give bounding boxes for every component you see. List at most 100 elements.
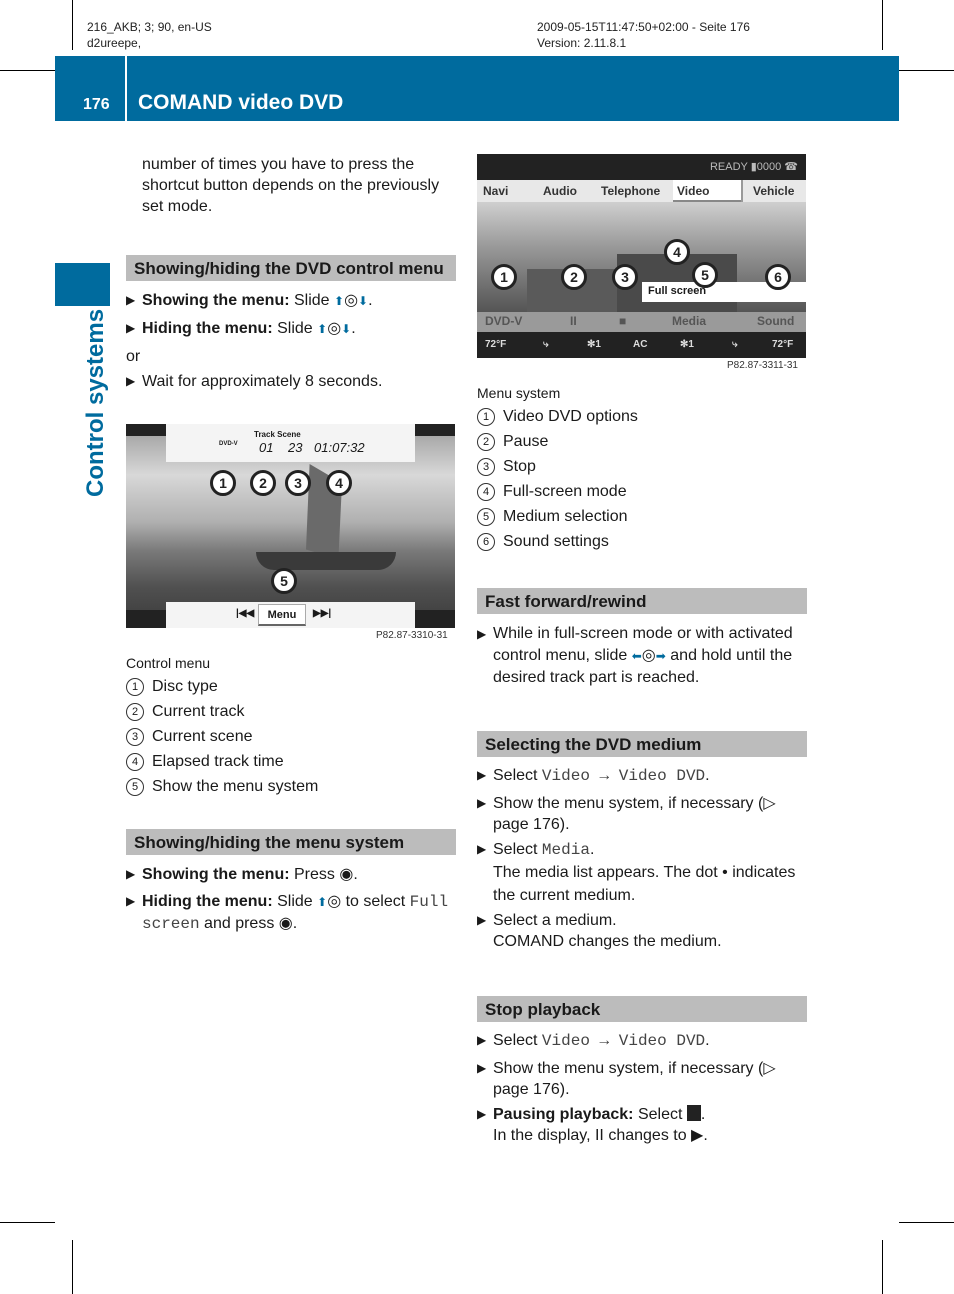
controller-icon: ◎: [327, 320, 342, 337]
number-1-icon: 1: [477, 408, 495, 426]
menu-dvd-v[interactable]: DVD-V: [485, 314, 522, 328]
menu-button[interactable]: Menu: [258, 604, 306, 626]
number-2-icon: 2: [126, 703, 144, 721]
previous-track-icon: |◀◀: [236, 608, 255, 619]
step-show-menu-system: Showing the menu: Press ◉.: [126, 864, 456, 885]
control-bar: |◀◀ Menu ▶▶|: [166, 602, 415, 628]
step-text: .: [705, 1032, 710, 1049]
legend-item: 4 Full-screen mode: [477, 481, 807, 502]
step-hide-menu-system: Hiding the menu: Slide ⬆◎ to select Full…: [126, 891, 456, 935]
track-value: 01: [259, 440, 274, 455]
section-heading-dvd-control-menu: Showing/hiding the DVD control menu: [126, 255, 456, 281]
step-text: and press: [199, 915, 279, 932]
step-hide-control-menu: Hiding the menu: Slide ⬆◎⬇.: [126, 318, 456, 340]
step-text: Slide: [272, 893, 318, 910]
step-label: Hiding the menu:: [142, 893, 273, 910]
step-text: Select a medium.: [493, 912, 617, 929]
legend-text: Medium selection: [503, 508, 628, 525]
legend-item: 1 Disc type: [126, 676, 456, 697]
crop-mark: [882, 1240, 883, 1294]
seat-heat-left-icon: ⤷: [543, 339, 549, 350]
print-meta-right: 2009-05-15T11:47:50+02:00 - Seite 176 Ve…: [537, 19, 750, 51]
control-menu-screenshot: Track Scene DVD-V 01 23 01:07:32 |◀◀ Men…: [126, 424, 455, 646]
press-controller-icon: ◉: [278, 915, 293, 932]
tab-audio[interactable]: Audio: [535, 180, 593, 202]
step-result: The media list appears. The dot • indica…: [493, 864, 796, 904]
arrow-down-icon: ⬇: [358, 294, 369, 308]
ac-indicator: AC: [633, 339, 648, 350]
info-overlay: Track Scene DVD-V 01 23 01:07:32: [166, 424, 415, 462]
left-column: number of times you have to press the sh…: [126, 154, 456, 392]
step-text: .: [700, 1106, 706, 1123]
crop-mark: [72, 0, 73, 50]
fan-left-icon: ✻1: [587, 339, 601, 350]
callout-4: 4: [664, 239, 690, 265]
step-text: .: [589, 841, 595, 858]
step-result: In the display, II changes to ▶.: [493, 1127, 708, 1144]
tab-telephone[interactable]: Telephone: [593, 180, 673, 202]
number-5-icon: 5: [477, 508, 495, 526]
callout-3: 3: [285, 470, 311, 496]
figure-caption: Menu system: [477, 385, 561, 401]
arrow-down-icon: ⬇: [341, 322, 352, 336]
figure-reference: P82.87-3310-31: [376, 630, 448, 641]
meta-doc-id: 216_AKB; 3; 90, en-US: [87, 20, 212, 34]
step-label: Showing the menu:: [142, 866, 290, 883]
callout-2: 2: [561, 264, 587, 290]
number-4-icon: 4: [126, 753, 144, 771]
page-header: 176 COMAND video DVD: [55, 56, 899, 121]
tab-navi[interactable]: Navi: [477, 180, 535, 202]
number-6-icon: 6: [477, 533, 495, 551]
press-controller-icon: ◉: [339, 866, 354, 883]
tab-video[interactable]: Video: [673, 180, 741, 202]
step-select-media: Select Media. The media list appears. Th…: [477, 839, 807, 907]
step-label: Pausing playback:: [493, 1106, 634, 1123]
step-show-menu: Show the menu system, if necessary (▷ pa…: [477, 793, 807, 835]
callout-6: 6: [765, 264, 791, 290]
crop-mark: [899, 70, 954, 71]
track-scene-label: Track Scene: [254, 430, 301, 439]
legend-text: Elapsed track time: [152, 753, 284, 770]
step-text: Press: [289, 866, 340, 883]
legend-item: 5 Medium selection: [477, 506, 807, 527]
callout-3: 3: [612, 264, 638, 290]
step-text: Slide: [272, 320, 318, 337]
elapsed-time-value: 01:07:32: [314, 440, 365, 455]
step-text: Select: [633, 1106, 687, 1123]
menu-sound[interactable]: Sound: [757, 314, 794, 328]
status-ready: READY ▮0000: [709, 161, 782, 173]
display-path: Video → Video DVD: [541, 767, 706, 785]
step-pause-playback: Pausing playback: Select . In the displa…: [477, 1104, 807, 1146]
display-path: Video → Video DVD: [541, 1032, 706, 1050]
stop-icon: [686, 1105, 701, 1121]
section-heading-fast-forward: Fast forward/rewind: [477, 588, 807, 614]
legend-item: 3 Stop: [477, 456, 807, 477]
climate-bar: 72°F ⤷ ✻1 AC ✻1 ⤷ 72°F: [477, 332, 806, 358]
crop-mark: [882, 0, 883, 50]
step-text: to select: [341, 893, 410, 910]
step-select-video-dvd: Select Video → Video DVD.: [477, 1030, 807, 1052]
menu-stop[interactable]: ■: [619, 314, 626, 328]
menu-media[interactable]: Media: [672, 314, 706, 328]
step-text: Select: [493, 767, 542, 784]
tab-vehicle[interactable]: Vehicle: [741, 180, 806, 202]
callout-1: 1: [210, 470, 236, 496]
video-menu-bar: DVD-V II ■ Media Sound: [477, 312, 806, 332]
section-heading-menu-system: Showing/hiding the menu system: [126, 829, 456, 855]
menu-system-screenshot: READY ▮0000 ☎ Navi Audio Telephone Video…: [477, 154, 806, 374]
legend-item: 6 Sound settings: [477, 531, 807, 552]
callout-5: 5: [692, 262, 718, 288]
step-text: Select: [493, 1032, 542, 1049]
legend-item: 2 Pause: [477, 431, 807, 452]
legend-text: Video DVD options: [503, 408, 638, 425]
step-label: Showing the menu:: [142, 292, 290, 309]
legend-item: 4 Elapsed track time: [126, 751, 456, 772]
step-text: Slide: [289, 292, 335, 309]
left-column-lower: Control menu 1 Disc type 2 Current track 3…: [126, 653, 456, 935]
step-text: .: [705, 767, 710, 784]
legend-item: 5 Show the menu system: [126, 776, 456, 797]
menu-pause[interactable]: II: [570, 314, 577, 328]
scene-value: 23: [288, 440, 303, 455]
step-fast-forward: While in full-screen mode or with activa…: [477, 623, 807, 689]
callout-2: 2: [250, 470, 276, 496]
